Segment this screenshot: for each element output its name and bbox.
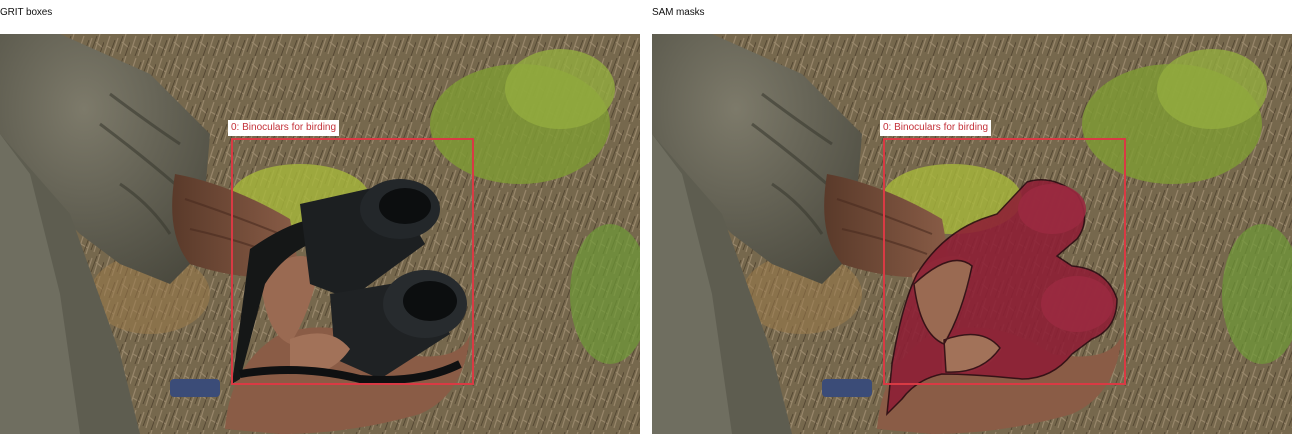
detection-box-0-sam	[883, 138, 1126, 385]
detection-box-0	[231, 138, 474, 385]
panel-title-sam: SAM masks	[652, 7, 705, 18]
detection-label-0-sam: 0: Binoculars for birding	[880, 120, 992, 136]
detection-label-0: 0: Binoculars for birding	[228, 120, 340, 136]
panel-title-grit: GRIT boxes	[0, 7, 53, 18]
comparison-figure: GRIT boxes SAM masks 0: Binoculars for b…	[0, 0, 1292, 434]
